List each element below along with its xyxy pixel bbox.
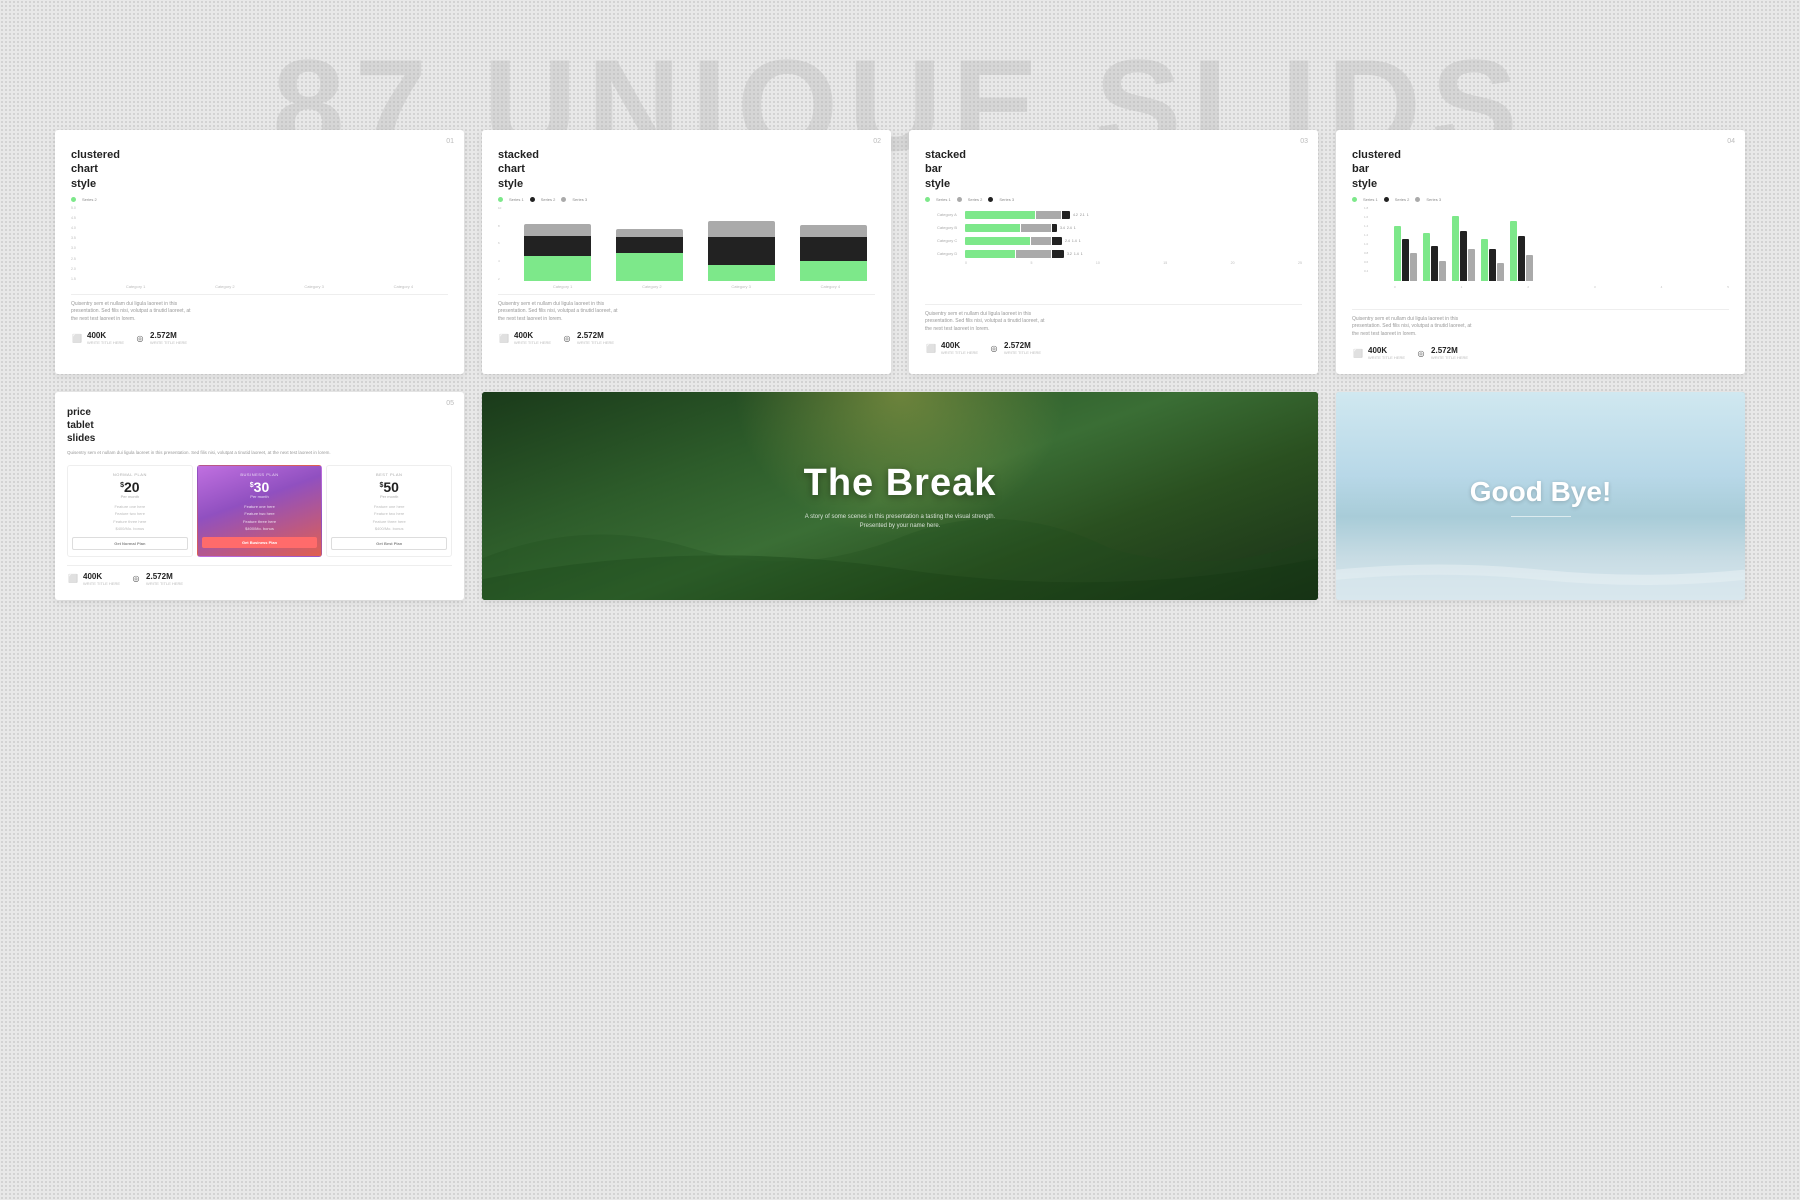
slide-5-number: 05: [446, 400, 454, 407]
slide-1-chart: 5.0 4.5 4.0 3.5 3.0 2.5 2.0 1.5: [71, 206, 448, 286]
business-plan-features: Feature one hereFeature two hereFeature …: [202, 503, 318, 532]
stat-item-2: ◎ 2.572M WRITE TITLE HERE: [134, 331, 187, 345]
slide-3-stats: ⬜ 400K WRITE TITLE HERE ◎ 2.572M WRITE T…: [925, 341, 1302, 355]
slide-2-title: stackedchartstyle: [498, 148, 875, 191]
business-plan-period: Per month: [202, 494, 318, 499]
slide-5-desc: Quisentry sem et nullam dui ligula laore…: [67, 450, 452, 457]
best-plan-features: Feature one hereFeature two hereFeature …: [331, 503, 447, 532]
slide-1-stats: ⬜ 400K WRITE TITLE HERE ◎ 2.572M WRITE T…: [71, 331, 448, 345]
stat-icon-2: ◎: [134, 332, 146, 344]
normal-plan-label: NORMAL PLAN: [72, 472, 188, 477]
business-plan-button[interactable]: Get Business Plan: [202, 537, 318, 548]
normal-plan-features: Feature one hereFeature two hereFeature …: [72, 503, 188, 532]
price-card-best: BEST PLAN $50 Per month Feature one here…: [326, 465, 452, 557]
stat-value-1: 400K: [87, 331, 124, 340]
slide-1-clustered-chart: 01 clusteredchartstyle Series 2 5.0 4.5 …: [55, 130, 464, 374]
slide-1-legend: Series 2: [71, 197, 448, 202]
slide-3-stacked-bar: 03 stackedbarstyle Series 1 Series 2 Ser…: [909, 130, 1318, 374]
break-content: The Break A story of some scenes in this…: [482, 392, 1318, 600]
slide-1-desc: Quisentry sem et nullam dui ligula laore…: [71, 301, 191, 324]
goodbye-content: Good Bye!: [1470, 476, 1612, 517]
goodbye-title: Good Bye!: [1470, 476, 1612, 508]
best-plan-label: BEST PLAN: [331, 472, 447, 477]
slide-5-stats: ⬜ 400K WRITE TITLE HERE ◎ 2.572M WRITE T…: [67, 572, 452, 586]
slide-2-cat-labels: Category 1Category 2Category 3Category 4: [498, 284, 875, 289]
slide-1-title: clusteredchartstyle: [71, 148, 448, 191]
stat-label-2: WRITE TITLE HERE: [150, 340, 187, 345]
slide-4-chart: 1.8 1.6 1.4 1.2 1.0 0.8 0.6 0.4: [1352, 206, 1729, 301]
slide-3-legend: Series 1 Series 2 Series 3: [925, 197, 1302, 202]
best-plan-period: Per month: [331, 494, 447, 499]
normal-plan-button[interactable]: Get Normal Plan: [72, 537, 188, 550]
best-plan-button[interactable]: Get Best Plan: [331, 537, 447, 550]
slide-3-number: 03: [1300, 138, 1308, 145]
break-slide-subtitle: A story of some scenes in this presentat…: [800, 513, 1000, 531]
slide-1-divider: [71, 294, 448, 295]
slide-1-cat-labels: Category 1Category 2Category 3Category 4: [71, 284, 448, 289]
slide-2-desc: Quisentry sem et nullam dui ligula laore…: [498, 301, 618, 324]
slides-grid: 01 clusteredchartstyle Series 2 5.0 4.5 …: [0, 0, 1800, 660]
business-plan-amount: $30: [202, 480, 318, 494]
slide-2-stats: ⬜ 400K WRITE TITLE HERE ◎ 2.572M WRITE T…: [498, 331, 875, 345]
slide-2-legend: Series 1 Series 2 Series 3: [498, 197, 875, 202]
price-cards-container: NORMAL PLAN $20 Per month Feature one he…: [67, 465, 452, 557]
slide-4-legend: Series 1 Series 2 Series 3: [1352, 197, 1729, 202]
best-plan-amount: $50: [331, 480, 447, 494]
slide-4-number: 04: [1727, 138, 1735, 145]
price-card-business: BUSINESS PLAN $30 Per month Feature one …: [197, 465, 323, 557]
slide-5-title: pricetabletslides: [67, 406, 452, 445]
slide-5-price: 05 pricetabletslides Quisentry sem et nu…: [55, 392, 464, 600]
slide-6-break: The Break A story of some scenes in this…: [482, 392, 1318, 600]
stat-item-1: ⬜ 400K WRITE TITLE HERE: [71, 331, 124, 345]
slide-4-desc: Quisentry sem et nullam dui ligula laore…: [1352, 316, 1472, 339]
slide-3-desc: Quisentry sem et nullam dui ligula laore…: [925, 311, 1045, 334]
goodbye-divider: [1511, 516, 1571, 517]
normal-plan-amount: $20: [72, 480, 188, 494]
legend-label-series2: Series 2: [82, 197, 97, 202]
slide-4-title: clusteredbarstyle: [1352, 148, 1729, 191]
slide-4-clustered-bar: 04 clusteredbarstyle Series 1 Series 2 S…: [1336, 130, 1745, 374]
goodbye-wave-svg: [1336, 539, 1745, 600]
slide-3-chart: Category A 4.2 2.1 1 Category B: [925, 206, 1302, 296]
slide-4-stats: ⬜ 400K WRITE TITLE HERE ◎ 2.572M WRITE T…: [1352, 346, 1729, 360]
break-slide-title: The Break: [804, 462, 997, 505]
stat-value-2: 2.572M: [150, 331, 187, 340]
price-card-normal: NORMAL PLAN $20 Per month Feature one he…: [67, 465, 193, 557]
normal-plan-period: Per month: [72, 494, 188, 499]
slide-3-title: stackedbarstyle: [925, 148, 1302, 191]
slide-2-chart: 10 8 6 4 2: [498, 206, 875, 286]
legend-dot-series2: [71, 197, 76, 202]
slide-2-stacked-chart: 02 stackedchartstyle Series 1 Series 2 S…: [482, 130, 891, 374]
stat-icon-1: ⬜: [71, 332, 83, 344]
business-plan-label: BUSINESS PLAN: [202, 472, 318, 477]
slide-2-number: 02: [873, 138, 881, 145]
stat-label-1: WRITE TITLE HERE: [87, 340, 124, 345]
slide-7-goodbye: Good Bye!: [1336, 392, 1745, 600]
slide-1-number: 01: [446, 138, 454, 145]
